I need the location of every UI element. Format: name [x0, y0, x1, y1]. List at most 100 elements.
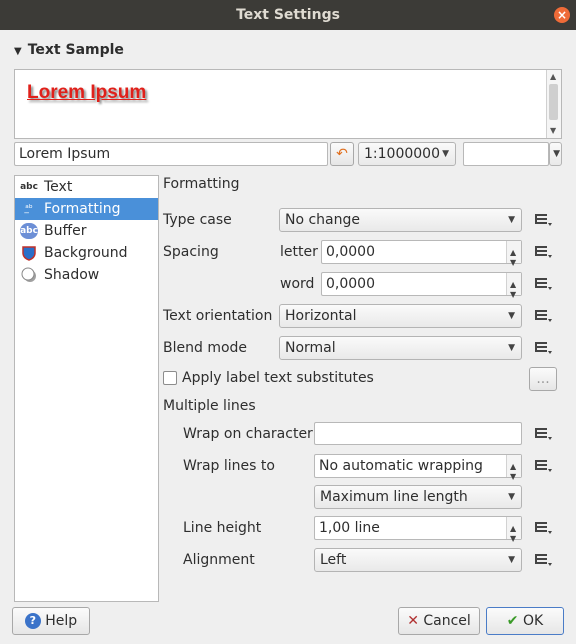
type-case-value: No change: [285, 212, 361, 228]
blend-mode-label: Blend mode: [163, 340, 248, 356]
alignment-label: Alignment: [183, 552, 255, 568]
close-button[interactable]: ×: [554, 7, 570, 23]
scroll-thumb[interactable]: [549, 84, 558, 120]
scroll-up-icon[interactable]: ▲: [550, 72, 556, 81]
data-defined-override-icon: [535, 342, 552, 354]
letter-spacing-value: 0,0000: [326, 244, 375, 260]
letter-spacing-spinbox[interactable]: 0,0000 ▲ ▼: [321, 240, 522, 267]
text-orientation-combo[interactable]: Horizontal ▼: [279, 304, 522, 328]
wrap-on-character-input[interactable]: [314, 422, 522, 445]
data-defined-override-button[interactable]: [533, 457, 553, 479]
data-defined-override-button[interactable]: [533, 211, 553, 233]
settings-category-list: abc Text ᵃ̲ᵇ Formatting abc Buffer Backg…: [14, 175, 159, 602]
chevron-down-icon: ▼: [508, 555, 515, 565]
sidebar-item-formatting[interactable]: ᵃ̲ᵇ Formatting: [15, 198, 158, 220]
data-defined-override-button[interactable]: [533, 275, 553, 297]
sidebar-item-label: Buffer: [44, 223, 87, 239]
help-button[interactable]: ? Help: [12, 607, 90, 635]
data-defined-override-icon: [535, 554, 552, 566]
scale-value: 1:1000000: [364, 146, 440, 162]
sidebar-item-shadow[interactable]: Shadow: [15, 264, 158, 286]
formatting-icon: ᵃ̲ᵇ: [25, 204, 33, 214]
data-defined-override-button[interactable]: [533, 519, 553, 541]
data-defined-override-button[interactable]: [533, 551, 553, 573]
preview-scrollbar[interactable]: ▲ ▼: [546, 70, 561, 138]
window-title-bar: Text Settings ×: [0, 0, 576, 30]
type-case-label: Type case: [163, 212, 232, 228]
data-defined-override-icon: [535, 460, 552, 472]
word-spacing-label: word: [280, 276, 315, 292]
type-case-combo[interactable]: No change ▼: [279, 208, 522, 232]
chevron-down-icon: ▼: [508, 311, 515, 321]
alignment-combo[interactable]: Left ▼: [314, 548, 522, 572]
sidebar-item-label: Background: [44, 245, 128, 261]
chevron-down-icon: ▼: [508, 492, 515, 502]
sample-preview: Lorem Ipsum ▲ ▼: [14, 69, 562, 139]
text-orientation-label: Text orientation: [163, 308, 273, 324]
text-sample-title: Text Sample: [27, 42, 124, 58]
chevron-down-icon: ▼: [442, 149, 449, 159]
spin-buttons[interactable]: ▲ ▼: [506, 273, 521, 299]
spacing-label: Spacing: [163, 244, 219, 260]
edit-substitutes-button[interactable]: ...: [529, 367, 557, 391]
ok-button[interactable]: ✔ OK: [486, 607, 564, 635]
spin-down-icon[interactable]: ▼: [510, 528, 516, 550]
sidebar-item-label: Text: [44, 179, 73, 195]
spin-buttons[interactable]: ▲ ▼: [506, 241, 521, 267]
window-title: Text Settings: [236, 7, 340, 23]
wrap-on-character-label: Wrap on character: [183, 426, 313, 442]
spin-down-icon[interactable]: ▼: [510, 252, 516, 274]
data-defined-override-button[interactable]: [533, 425, 553, 447]
spin-buttons[interactable]: ▲ ▼: [506, 517, 521, 543]
ok-label: OK: [522, 613, 544, 629]
data-defined-override-button[interactable]: [533, 243, 553, 265]
chevron-down-icon: ▼: [508, 343, 515, 353]
help-label: Help: [45, 613, 78, 629]
cancel-button[interactable]: ✕ Cancel: [398, 607, 480, 635]
cancel-label: Cancel: [423, 613, 471, 629]
line-height-value: 1,00 line: [319, 520, 380, 536]
shadow-icon: [20, 267, 38, 283]
sample-text-input[interactable]: Lorem Ipsum: [14, 142, 328, 166]
scroll-down-icon[interactable]: ▼: [550, 126, 556, 135]
sample-preview-text: Lorem Ipsum: [27, 82, 147, 103]
data-defined-override-button[interactable]: [533, 307, 553, 329]
spin-buttons[interactable]: ▲ ▼: [506, 455, 521, 481]
line-height-spinbox[interactable]: 1,00 line ▲ ▼: [314, 516, 522, 543]
wrap-lines-to-label: Wrap lines to: [183, 458, 275, 474]
data-defined-override-button[interactable]: [533, 339, 553, 361]
close-icon: ×: [556, 8, 568, 22]
data-defined-override-icon: [535, 246, 552, 258]
background-color-button[interactable]: [463, 142, 549, 166]
line-height-label: Line height: [183, 520, 262, 536]
blend-mode-combo[interactable]: Normal ▼: [279, 336, 522, 360]
wrap-mode-value: Maximum line length: [320, 489, 468, 505]
checkmark-icon: ✔: [506, 613, 519, 629]
collapse-triangle-icon: ▼: [14, 46, 22, 57]
buffer-icon: abc: [20, 223, 38, 239]
word-spacing-spinbox[interactable]: 0,0000 ▲ ▼: [321, 272, 522, 299]
reset-sample-button[interactable]: ↶: [330, 142, 354, 166]
multiple-lines-label: Multiple lines: [163, 398, 256, 414]
text-sample-header[interactable]: ▼ Text Sample: [14, 42, 124, 58]
spin-down-icon[interactable]: ▼: [510, 284, 516, 306]
sidebar-item-background[interactable]: Background: [15, 242, 158, 264]
undo-icon: ↶: [336, 146, 348, 162]
apply-substitutes-label: Apply label text substitutes: [182, 370, 374, 386]
data-defined-override-icon: [535, 428, 552, 440]
scale-combo[interactable]: 1:1000000 ▼: [358, 142, 456, 166]
text-abc-icon: abc: [20, 182, 38, 192]
sidebar-item-label: Shadow: [44, 267, 100, 283]
chevron-down-icon: ▼: [553, 149, 560, 159]
wrap-lines-spinbox[interactable]: No automatic wrapping ▲ ▼: [314, 454, 522, 481]
chevron-down-icon: ▼: [508, 215, 515, 225]
data-defined-override-icon: [535, 278, 552, 290]
background-color-dropdown[interactable]: ▼: [549, 142, 562, 166]
sidebar-item-buffer[interactable]: abc Buffer: [15, 220, 158, 242]
shield-icon: [20, 245, 38, 261]
help-icon: ?: [24, 613, 41, 629]
apply-substitutes-checkbox[interactable]: [163, 371, 177, 385]
wrap-mode-combo[interactable]: Maximum line length ▼: [314, 485, 522, 509]
sidebar-item-text[interactable]: abc Text: [15, 176, 158, 198]
word-spacing-value: 0,0000: [326, 276, 375, 292]
